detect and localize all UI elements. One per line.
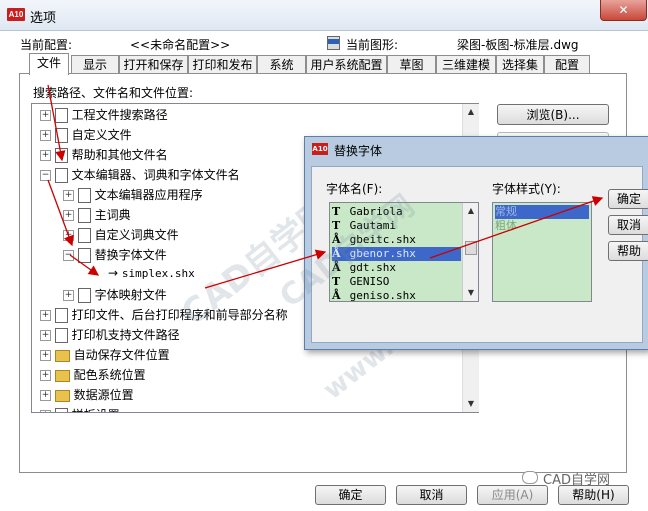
arrow-2 — [47, 179, 74, 247]
tab-0[interactable]: 文件 — [29, 53, 69, 75]
arrow-3 — [69, 254, 100, 276]
arrow-1 — [47, 84, 66, 162]
wechat-icon — [522, 471, 538, 484]
annotation-arrows — [47, 84, 604, 289]
arrow-5 — [429, 196, 604, 259]
watermark-badge: CAD自学网 — [543, 473, 610, 488]
arrow-4 — [204, 249, 327, 289]
